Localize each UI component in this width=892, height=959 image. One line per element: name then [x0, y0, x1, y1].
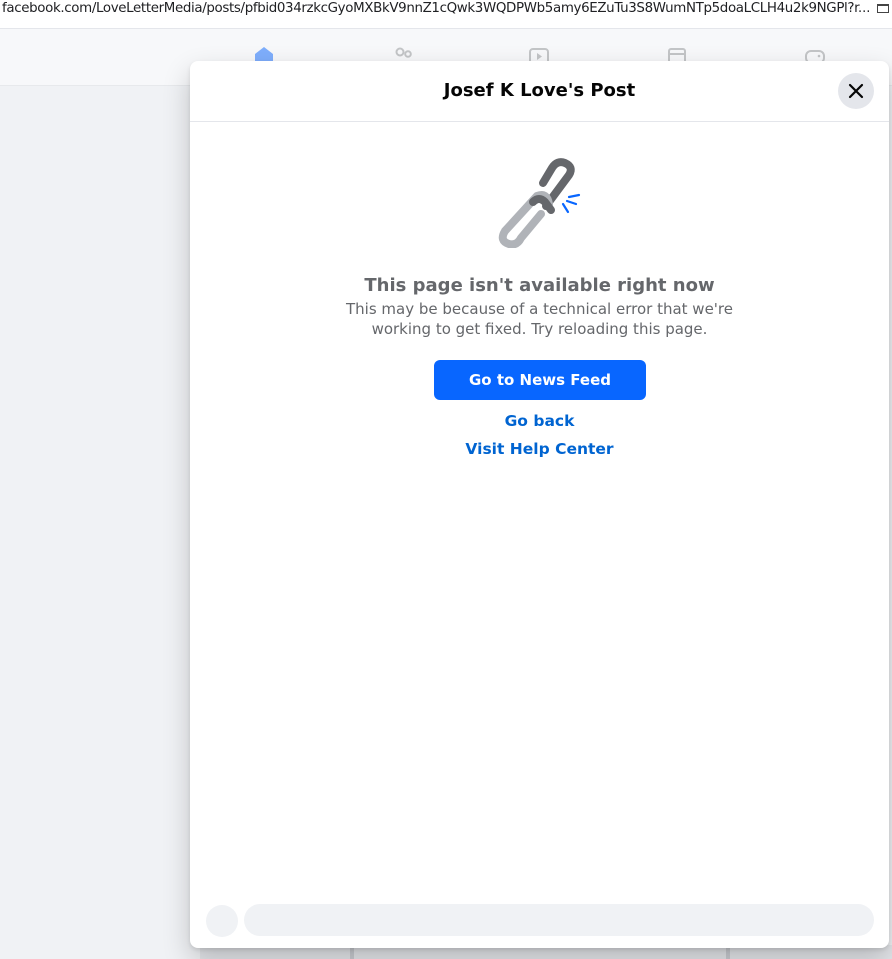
- post-dialog: Josef K Love's Post This page isn't avai…: [190, 61, 889, 948]
- dialog-title: Josef K Love's Post: [443, 80, 636, 101]
- comment-input-placeholder[interactable]: [244, 904, 874, 936]
- go-back-link[interactable]: Go back: [190, 411, 889, 431]
- address-bar[interactable]: facebook.com/LoveLetterMedia/posts/pfbid…: [0, 0, 892, 29]
- go-to-news-feed-button[interactable]: Go to News Feed: [434, 360, 646, 400]
- url-text[interactable]: facebook.com/LoveLetterMedia/posts/pfbid…: [2, 1, 860, 17]
- error-description: This may be because of a technical error…: [346, 300, 733, 338]
- error-title: This page isn't available right now: [364, 275, 715, 296]
- broken-link-icon: [498, 158, 581, 248]
- dialog-header: Josef K Love's Post: [190, 61, 889, 122]
- close-button[interactable]: [838, 73, 874, 109]
- close-icon: [848, 83, 864, 99]
- composer-avatar-placeholder: [206, 905, 238, 937]
- window-icon[interactable]: [877, 4, 889, 13]
- visit-help-center-link[interactable]: Visit Help Center: [190, 439, 889, 459]
- url-overflow-ellipsis: ...: [858, 1, 871, 16]
